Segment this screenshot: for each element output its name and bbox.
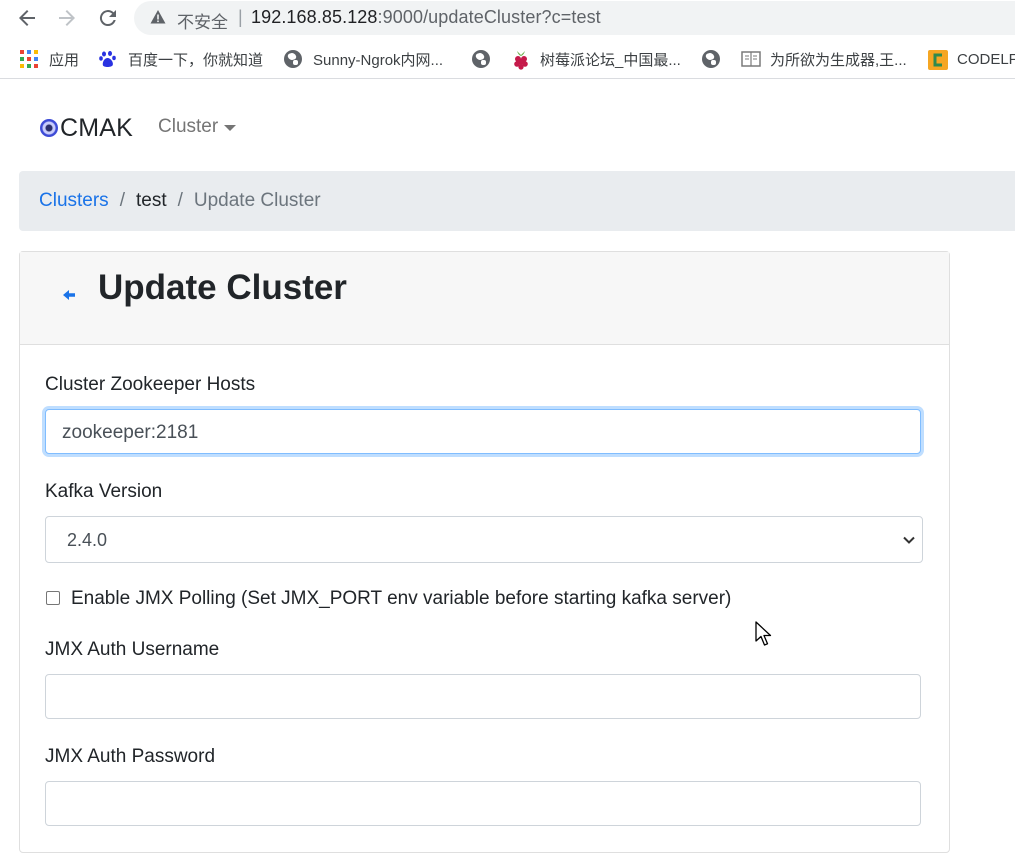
globe-icon (284, 50, 302, 68)
breadcrumb-current: Update Cluster (193, 190, 321, 211)
jmx-username-input[interactable] (45, 674, 921, 719)
page-title: Update Cluster (98, 268, 347, 307)
jmx-polling-label: Enable JMX Polling (Set JMX_PORT env var… (71, 588, 732, 609)
jmx-username-label: JMX Auth Username (45, 639, 220, 660)
cluster-dropdown-label: Cluster (158, 116, 219, 137)
zookeeper-hosts-input[interactable]: zookeeper:2181 (45, 409, 921, 454)
breadcrumb-clusters-link[interactable]: Clusters (39, 190, 109, 212)
bookmark-generator[interactable]: 为所欲为生成器,王... (741, 40, 907, 78)
caret-down-icon (224, 125, 237, 131)
bookmark-untitled-1[interactable] (472, 40, 501, 78)
raspberry-icon (511, 50, 529, 70)
cluster-dropdown[interactable]: Cluster (158, 116, 237, 138)
address-separator: | (238, 7, 243, 27)
bookmark-baidu[interactable]: 百度一下，你就知道 (99, 40, 263, 78)
address-bar[interactable]: 不安全 | 192.168.85.128:9000/updateCluster?… (134, 1, 1015, 35)
security-status-text[interactable]: 不安全 (177, 8, 228, 33)
bookmark-apps[interactable]: 应用 (20, 40, 79, 78)
book-icon (741, 50, 761, 68)
jmx-polling-checkbox[interactable] (46, 591, 60, 605)
jmx-password-label: JMX Auth Password (45, 746, 216, 767)
breadcrumb-separator: / (177, 190, 183, 211)
app-navbar: CMAK Cluster (0, 80, 1015, 172)
kafka-version-value: 2.4.0 (67, 530, 108, 550)
url-text[interactable]: 192.168.85.128:9000/updateCluster?c=test (251, 7, 601, 28)
mouse-pointer-icon (755, 621, 772, 646)
bookmark-label: 树莓派论坛_中国最... (540, 51, 681, 69)
update-cluster-card: Update Cluster Cluster Zookeeper Hosts z… (19, 251, 950, 853)
kafka-version-select[interactable]: 2.4.0 (45, 516, 923, 563)
bookmark-label: Sunny-Ngrok内网... (313, 51, 444, 69)
brand-link[interactable]: CMAK (40, 114, 133, 142)
warning-triangle-icon[interactable] (150, 9, 166, 25)
back-arrow-icon[interactable] (15, 6, 39, 30)
browser-toolbar: 不安全 | 192.168.85.128:9000/updateCluster?… (0, 0, 1015, 36)
zookeeper-hosts-label: Cluster Zookeeper Hosts (45, 374, 256, 395)
brand-text: CMAK (60, 113, 134, 142)
codelf-icon (928, 50, 948, 70)
chevron-down-icon (903, 536, 915, 544)
reload-icon[interactable] (96, 6, 120, 30)
apps-grid-icon (20, 50, 38, 68)
baidu-paw-icon (99, 50, 117, 68)
globe-icon (472, 50, 490, 68)
forward-arrow-icon[interactable] (55, 6, 79, 30)
bookmark-label: 为所欲为生成器,王... (770, 51, 907, 69)
bookmark-codelf[interactable]: CODELF (928, 40, 1015, 78)
card-header: Update Cluster (20, 252, 949, 345)
bookmarks-bar: 应用 百度一下，你就知道 Sunny-Ngrok内网... 树莓派论坛_中国最.… (0, 40, 1015, 79)
kafka-version-label: Kafka Version (45, 481, 163, 502)
back-arrow-icon[interactable] (62, 288, 76, 302)
url-path: :9000/updateCluster?c=test (377, 7, 601, 27)
bookmark-label: 应用 (49, 51, 80, 69)
breadcrumb-cluster-name[interactable]: test (136, 190, 167, 212)
bookmark-raspberry[interactable]: 树莓派论坛_中国最... (511, 40, 681, 78)
breadcrumb-separator: / (119, 190, 125, 211)
bookmark-untitled-2[interactable] (702, 40, 731, 78)
bookmark-label: CODELF (957, 50, 1015, 68)
bookmark-sunny-ngrok[interactable]: Sunny-Ngrok内网... (284, 40, 443, 78)
globe-icon (702, 50, 720, 68)
jmx-password-input[interactable] (45, 781, 921, 826)
cmak-logo-icon (40, 119, 58, 137)
bookmark-label: 百度一下，你就知道 (128, 51, 264, 69)
url-host: 192.168.85.128 (251, 7, 378, 27)
breadcrumb: Clusters / test / Update Cluster (19, 171, 1015, 231)
